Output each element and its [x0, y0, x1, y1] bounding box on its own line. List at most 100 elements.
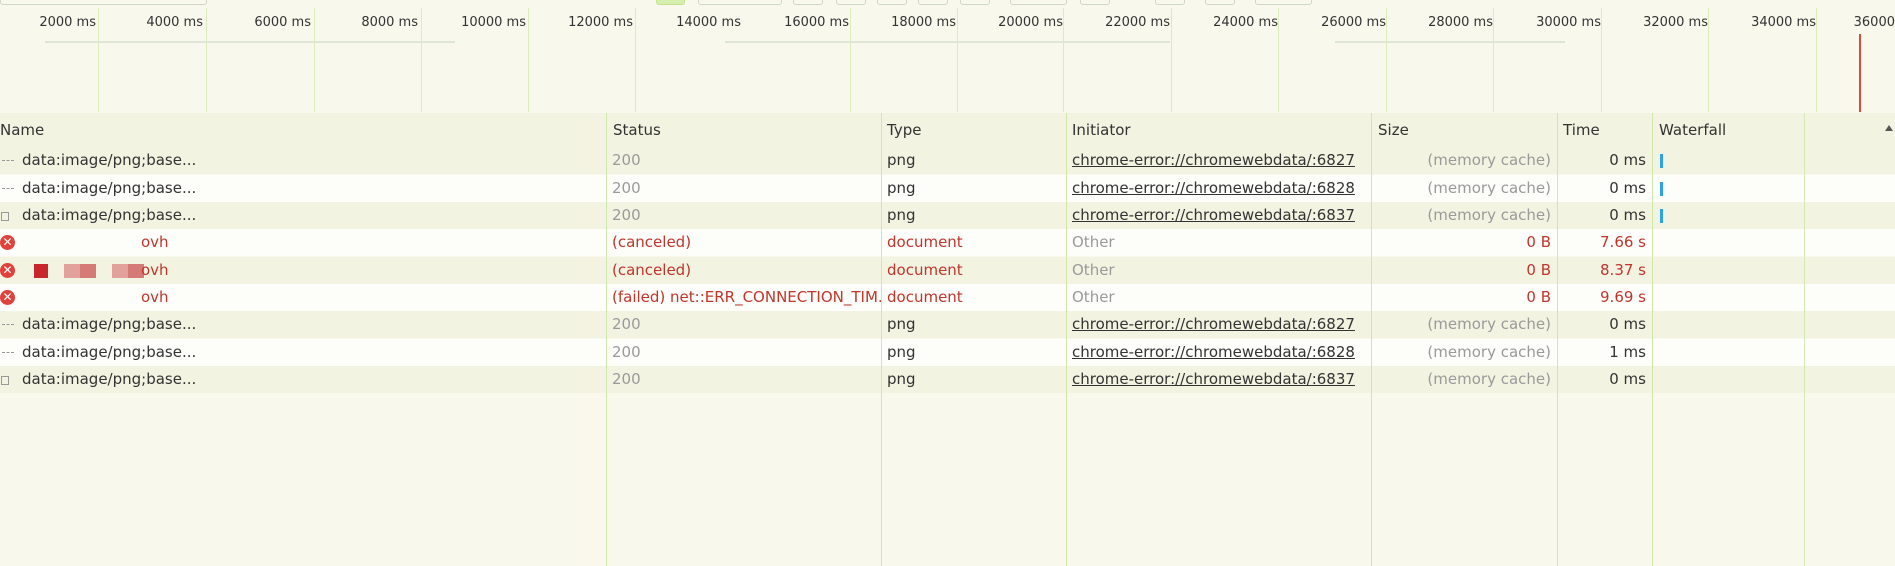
request-type: png	[881, 339, 1066, 366]
toolbar-control[interactable]	[793, 0, 823, 5]
request-name: data:image/png;base...	[16, 311, 606, 338]
timeline-tick-label: 26000 ms	[1321, 15, 1386, 30]
waterfall-bar[interactable]	[1660, 182, 1663, 196]
request-time: 1 ms	[1557, 339, 1652, 366]
column-header-status[interactable]: Status	[607, 113, 881, 147]
request-initiator-text[interactable]: chrome-error://chromewebdata/:6828	[1072, 343, 1355, 361]
request-initiator-text[interactable]: chrome-error://chromewebdata/:6828	[1072, 179, 1355, 197]
request-initiator-text[interactable]: chrome-error://chromewebdata/:6837	[1072, 206, 1355, 224]
waterfall-bar[interactable]	[1660, 154, 1663, 168]
request-time: 7.66 s	[1557, 229, 1652, 256]
timeline-tick-label: 24000 ms	[1213, 15, 1278, 30]
request-initiator-text: Other	[1072, 233, 1115, 251]
request-time: 0 ms	[1557, 147, 1652, 174]
request-time-text: 0 ms	[1609, 315, 1646, 333]
timeline-gridline	[1171, 8, 1172, 112]
request-status: (canceled)	[606, 229, 881, 256]
request-time-text: 9.69 s	[1600, 288, 1646, 306]
toolbar-control[interactable]	[1155, 0, 1185, 5]
table-row[interactable]: data:image/png;base... 200 png chrome-error…	[0, 175, 1895, 202]
timeline-gridline	[1493, 8, 1494, 112]
request-initiator[interactable]: chrome-error://chromewebdata/:6828	[1066, 175, 1371, 202]
toolbar-control[interactable]	[1255, 0, 1312, 5]
timeline-gridline	[1816, 8, 1817, 112]
request-initiator[interactable]: chrome-error://chromewebdata/:6828	[1066, 339, 1371, 366]
timeline-tick-label: 34000 ms	[1751, 15, 1816, 30]
column-divider[interactable]	[606, 113, 607, 566]
error-icon: ✕	[0, 235, 15, 250]
request-name: data:image/png;base...	[16, 147, 606, 174]
waterfall-gridline	[1804, 113, 1805, 566]
request-size-text: (memory cache)	[1427, 370, 1551, 388]
request-time-text: 0 ms	[1609, 206, 1646, 224]
request-name-text: data:image/png;base...	[22, 343, 197, 361]
request-time-text: 0 ms	[1609, 370, 1646, 388]
toolbar-control[interactable]	[1010, 0, 1067, 5]
request-time: 0 ms	[1557, 202, 1652, 229]
toolbar-control[interactable]	[1080, 0, 1110, 5]
toolbar-control[interactable]	[918, 0, 948, 5]
table-row[interactable]: ✕ ovh (canceled) document Other 0 B 7.66 s	[0, 229, 1895, 256]
column-header-time[interactable]: Time	[1557, 113, 1653, 147]
table-row[interactable]: ✕ ovh (failed) net::ERR_CONNECTION_TIM... d…	[0, 284, 1895, 311]
request-initiator: Other	[1066, 229, 1371, 256]
toolbar-control[interactable]	[0, 0, 207, 5]
request-initiator-text[interactable]: chrome-error://chromewebdata/:6827	[1072, 151, 1355, 169]
request-initiator-text: Other	[1072, 288, 1115, 306]
request-initiator[interactable]: chrome-error://chromewebdata/:6837	[1066, 202, 1371, 229]
timeline-gridline	[421, 8, 422, 112]
request-initiator[interactable]: chrome-error://chromewebdata/:6827	[1066, 147, 1371, 174]
request-initiator-text[interactable]: chrome-error://chromewebdata/:6837	[1072, 370, 1355, 388]
request-size: (memory cache)	[1371, 175, 1557, 202]
request-time-text: 7.66 s	[1600, 233, 1646, 251]
request-initiator[interactable]: chrome-error://chromewebdata/:6827	[1066, 311, 1371, 338]
column-divider[interactable]	[1371, 113, 1372, 566]
column-divider[interactable]	[1066, 113, 1067, 566]
table-row[interactable]: ✕ ovh (canceled) document Other 0 B 8.37 s	[0, 257, 1895, 284]
column-header-size[interactable]: Size	[1372, 113, 1557, 147]
request-initiator-text[interactable]: chrome-error://chromewebdata/:6827	[1072, 315, 1355, 333]
toolbar-control[interactable]	[960, 0, 990, 5]
column-divider[interactable]	[1652, 113, 1653, 566]
request-time-text: 0 ms	[1609, 179, 1646, 197]
toolbar-control[interactable]	[877, 0, 907, 5]
request-initiator-text: Other	[1072, 261, 1115, 279]
load-event-marker	[1859, 34, 1861, 112]
table-row[interactable]: data:image/png;base... 200 png chrome-error…	[0, 339, 1895, 366]
toolbar-control[interactable]	[836, 0, 866, 5]
column-divider[interactable]	[881, 113, 882, 566]
request-time-text: 1 ms	[1609, 343, 1646, 361]
table-row[interactable]: data:image/png;base... 200 png chrome-error…	[0, 147, 1895, 174]
table-row[interactable]: data:image/png;base... 200 png chrome-error…	[0, 366, 1895, 393]
toolbar-control[interactable]	[656, 0, 685, 5]
column-header-name[interactable]: Name	[0, 113, 601, 147]
request-status: 200	[606, 147, 881, 174]
network-request-table[interactable]: Name Status Type Initiator Size Time Wat…	[0, 113, 1895, 566]
request-name-text: ovh	[141, 261, 169, 279]
waterfall-bar[interactable]	[1660, 209, 1663, 223]
table-row[interactable]: data:image/png;base... 200 png chrome-error…	[0, 311, 1895, 338]
column-header-type[interactable]: Type	[881, 113, 1066, 147]
toolbar-control[interactable]	[698, 0, 782, 5]
network-overview-timeline[interactable]: 2000 ms 4000 ms 6000 ms 8000 ms 10000 ms 1200…	[0, 0, 1895, 114]
request-time: 0 ms	[1557, 311, 1652, 338]
column-header-initiator[interactable]: Initiator	[1066, 113, 1372, 147]
timeline-tick-label: 18000 ms	[891, 15, 956, 30]
request-type: png	[881, 175, 1066, 202]
request-type-text: document	[887, 261, 963, 279]
toolbar-control[interactable]	[1205, 0, 1235, 5]
request-status-text: 200	[612, 343, 641, 361]
timeline-gridline	[1063, 8, 1064, 112]
request-type-text: png	[887, 206, 916, 224]
table-row[interactable]: data:image/png;base... 200 png chrome-error…	[0, 202, 1895, 229]
timeline-tick-label: 32000 ms	[1643, 15, 1708, 30]
request-name: data:image/png;base...	[16, 339, 606, 366]
timeline-tick-label: 10000 ms	[461, 15, 526, 30]
request-initiator[interactable]: chrome-error://chromewebdata/:6837	[1066, 366, 1371, 393]
request-status: 200	[606, 175, 881, 202]
request-status-text: 200	[612, 370, 641, 388]
request-name-text: data:image/png;base...	[22, 370, 197, 388]
request-size: (memory cache)	[1371, 147, 1557, 174]
column-divider[interactable]	[1557, 113, 1558, 566]
column-header-waterfall[interactable]: Waterfall	[1653, 113, 1895, 147]
